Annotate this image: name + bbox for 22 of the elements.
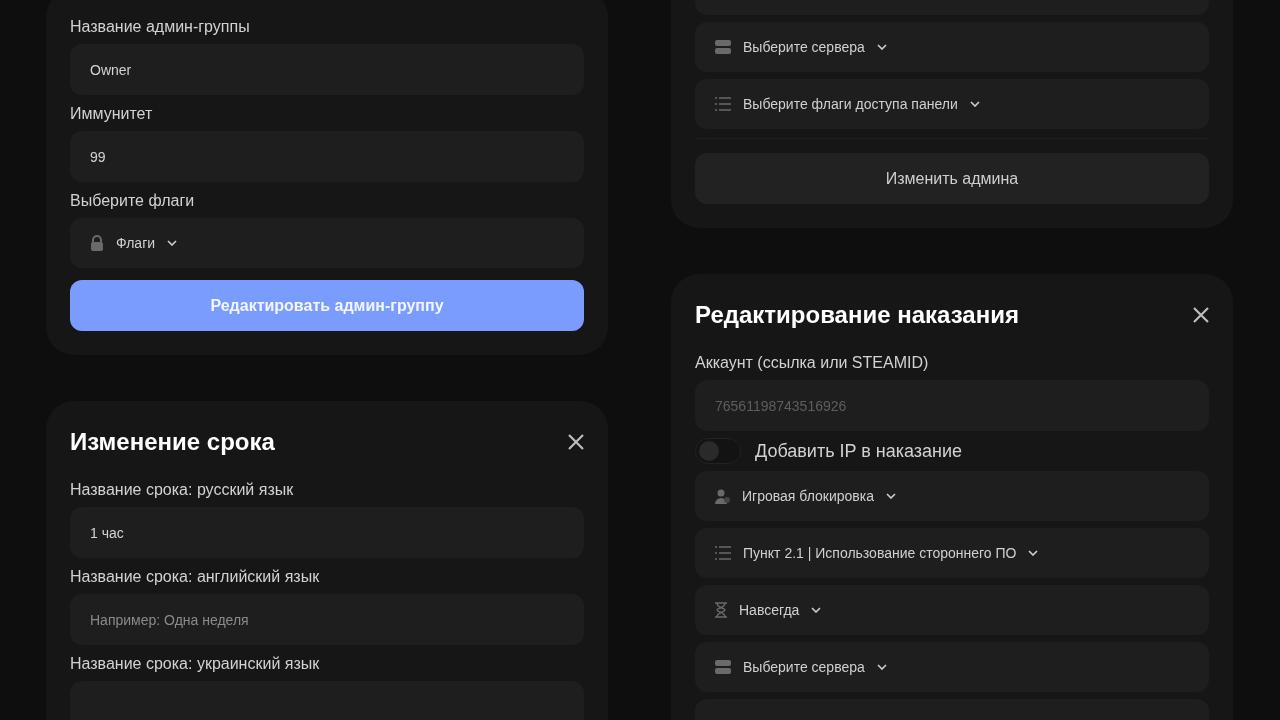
- select-dropdown[interactable]: Флаги: [70, 218, 584, 268]
- select-dropdown[interactable]: Выберите сервера: [695, 22, 1209, 72]
- toggle-label: Добавить IP в наказание: [755, 440, 963, 462]
- select-dropdown[interactable]: Выберите флаги доступа панели: [695, 79, 1209, 129]
- input-field[interactable]: Например: Одна неделя: [70, 594, 584, 645]
- select-dropdown[interactable]: Выберите сервера: [695, 642, 1209, 692]
- field-label: Название срока: украинский язык: [70, 654, 321, 674]
- select-dropdown[interactable]: Пункт 2.1 | Использование стороннего ПО: [695, 528, 1209, 578]
- field-label: Название срока: английский язык: [70, 567, 321, 587]
- card-title: Изменение срока: [70, 427, 275, 457]
- input-field[interactable]: 1 час: [70, 507, 584, 558]
- select-dropdown[interactable]: Навсегда: [695, 585, 1209, 635]
- field-label: Аккаунт (ссылка или STEAMID): [695, 353, 930, 373]
- field-label: Название срока: русский язык: [70, 480, 295, 500]
- input-field[interactable]: 99: [70, 131, 584, 182]
- select-dropdown[interactable]: Игровая блокировка: [695, 471, 1209, 521]
- card-title: Редактирование наказания: [695, 300, 1019, 330]
- field-label: Иммунитет: [70, 104, 154, 124]
- input-field[interactable]: Owner: [70, 44, 584, 95]
- field-label: Выберите флаги: [70, 191, 196, 211]
- field-label: Название админ-группы: [70, 17, 251, 37]
- save-button[interactable]: Изменить админа: [695, 153, 1209, 204]
